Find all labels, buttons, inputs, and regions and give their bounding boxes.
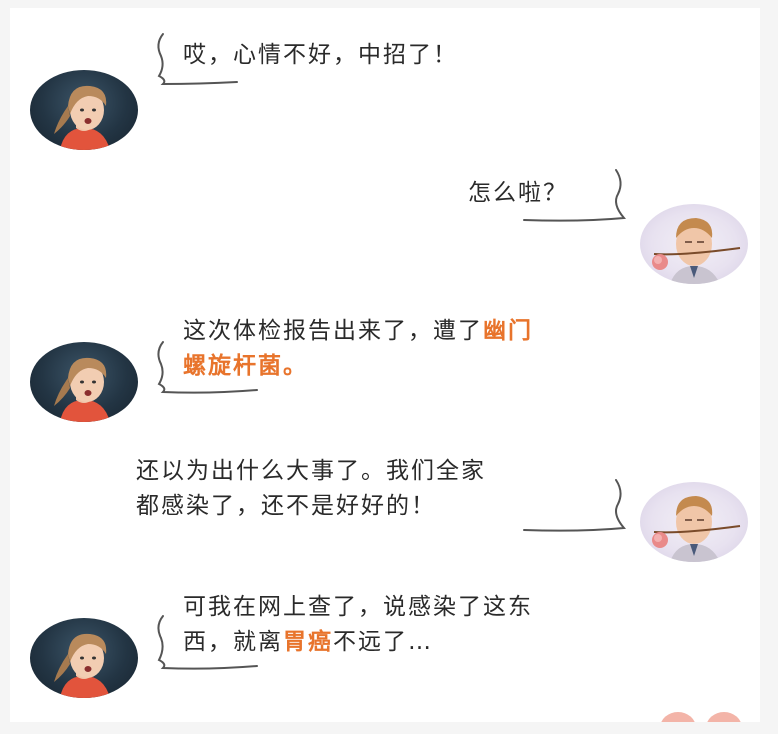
message-line: 可我在网上查了，说感染了这东 <box>183 594 533 620</box>
girl-avatar[interactable] <box>30 70 138 150</box>
girl-avatar[interactable] <box>30 342 138 422</box>
message-text: 可我在网上查了，说感染了这东 西，就离胃癌不远了… <box>183 590 533 660</box>
message-text: 这次体检报告出来了，遭了幽门 螺旋杆菌。 <box>183 314 533 384</box>
message-text: 还以为出什么大事了。我们全家 都感染了，还不是好好的！ <box>136 454 486 524</box>
message-line: 都感染了，还不是好好的！ <box>136 493 436 519</box>
message-line: 这次体检报告出来了，遭了幽门 <box>183 318 533 344</box>
boy-avatar-icon <box>652 496 741 562</box>
chat-panel: 哎，心情不好，中招了！ 怎么啦？ 这次体检报告出来了，遭了幽门 螺旋杆菌。 还以… <box>10 8 760 734</box>
message-line: 还以为出什么大事了。我们全家 <box>136 458 486 484</box>
bubble-tail-icon <box>520 478 630 538</box>
message-line: 西，就离胃癌不远了… <box>183 629 433 655</box>
message-line: 螺旋杆菌。 <box>183 353 308 379</box>
girl-avatar[interactable] <box>30 618 138 698</box>
girl-avatar-icon <box>54 85 110 150</box>
message-text: 哎，心情不好，中招了！ <box>183 42 458 68</box>
boy-avatar[interactable] <box>640 482 748 562</box>
partial-avatar-icon <box>660 712 742 734</box>
message-text: 怎么啦？ <box>468 180 568 206</box>
partial-avatar-strip <box>650 706 750 734</box>
girl-avatar-icon <box>54 633 110 698</box>
boy-avatar-icon <box>652 218 741 284</box>
girl-avatar-icon <box>54 357 110 422</box>
boy-avatar[interactable] <box>640 204 748 284</box>
